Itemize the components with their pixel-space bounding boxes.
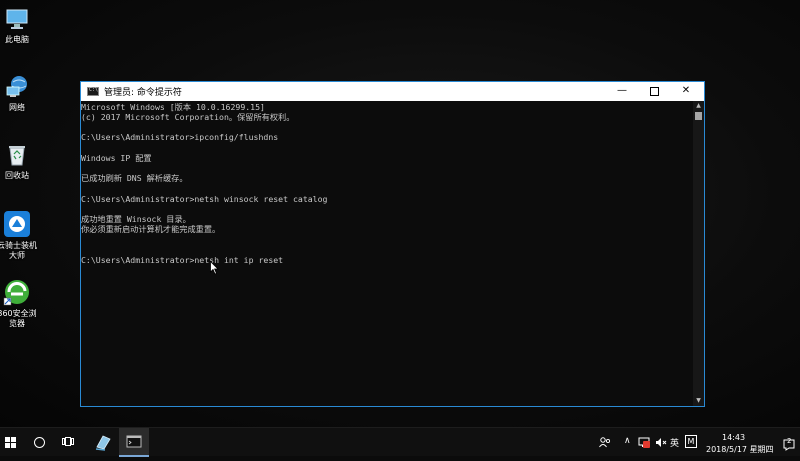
desktop-icon-label: 此电脑 xyxy=(5,35,29,44)
console-line: 成功地重置 Winsock 目录。 xyxy=(81,214,191,224)
vertical-scrollbar[interactable]: ▲ ▼ xyxy=(693,101,704,406)
minimize-button[interactable]: — xyxy=(606,82,638,101)
desktop-icon-label: 回收站 xyxy=(5,171,29,180)
yunqishi-icon xyxy=(3,210,31,238)
mouse-pointer-icon xyxy=(210,261,219,275)
taskbar-app-cmd[interactable] xyxy=(119,428,149,457)
desktop-icon-yunqishi[interactable]: 云骑士装机大师 xyxy=(0,210,39,261)
console-line: Microsoft Windows [版本 10.0.16299.15] xyxy=(81,102,265,112)
desktop-icon-network[interactable]: 网络 xyxy=(0,74,39,113)
cmd-app-icon xyxy=(126,435,142,448)
console-line: 你必须重新启动计算机才能完成重置。 xyxy=(81,224,221,234)
action-center-button[interactable]: 2 xyxy=(783,436,795,451)
console-output[interactable]: Microsoft Windows [版本 10.0.16299.15] (c)… xyxy=(81,101,693,406)
desktop-icon-recycle-bin[interactable]: 回收站 xyxy=(0,142,39,181)
console-line: Windows IP 配置 xyxy=(81,153,152,163)
taskbar: ∧ 英 M 14:43 2018/5/17 星期四 2 xyxy=(0,427,800,457)
scroll-thumb[interactable] xyxy=(695,112,702,120)
window-titlebar[interactable]: 管理员: 命令提示符 — ✕ xyxy=(81,82,704,101)
task-view-icon[interactable] xyxy=(62,437,74,446)
browser-360-icon xyxy=(3,278,31,306)
ime-language-indicator[interactable]: 英 xyxy=(670,436,679,449)
maximize-icon xyxy=(649,87,659,96)
ime-mode-indicator[interactable]: M xyxy=(685,435,697,448)
desktop-icon-label: 云骑士装机大师 xyxy=(0,241,37,260)
desktop-icon-label: 网络 xyxy=(9,103,25,112)
cortana-icon[interactable] xyxy=(34,437,45,448)
clock-date[interactable]: 2018/5/17 星期四 xyxy=(706,444,774,455)
notification-count: 2 xyxy=(787,437,792,445)
taskbar-app-installer[interactable] xyxy=(88,428,118,457)
recycle-bin-icon xyxy=(4,142,30,168)
desktop-icon-360-browser[interactable]: 360安全浏览器 xyxy=(0,278,39,329)
scroll-up-icon[interactable]: ▲ xyxy=(693,101,704,111)
console-line: (c) 2017 Microsoft Corporation。保留所有权利。 xyxy=(81,112,295,122)
console-line: C:\Users\Administrator>netsh int ip rese… xyxy=(81,255,284,265)
computer-icon xyxy=(4,6,30,32)
installer-app-icon xyxy=(95,435,111,451)
desktop-icon-this-pc[interactable]: 此电脑 xyxy=(0,6,39,45)
console-line: C:\Users\Administrator>ipconfig/flushdns xyxy=(81,132,279,142)
start-button[interactable] xyxy=(5,437,16,448)
cmd-window[interactable]: 管理员: 命令提示符 — ✕ Microsoft Windows [版本 10.… xyxy=(80,81,705,407)
desktop-icon-label: 360安全浏览器 xyxy=(0,309,37,328)
console-line: 已成功刷新 DNS 解析缓存。 xyxy=(81,173,188,183)
people-icon[interactable] xyxy=(599,437,611,448)
cmd-icon xyxy=(87,87,99,96)
network-icon xyxy=(4,74,30,100)
window-title: 管理员: 命令提示符 xyxy=(104,88,182,98)
scroll-down-icon[interactable]: ▼ xyxy=(693,396,704,406)
clock-time[interactable]: 14:43 xyxy=(722,433,745,442)
close-button[interactable]: ✕ xyxy=(670,82,702,101)
console-line: C:\Users\Administrator>netsh winsock res… xyxy=(81,194,328,204)
volume-muted-icon[interactable] xyxy=(655,437,667,448)
maximize-button[interactable] xyxy=(638,82,670,101)
network-error-badge-icon xyxy=(643,441,650,448)
show-hidden-icons-icon[interactable]: ∧ xyxy=(624,436,631,446)
